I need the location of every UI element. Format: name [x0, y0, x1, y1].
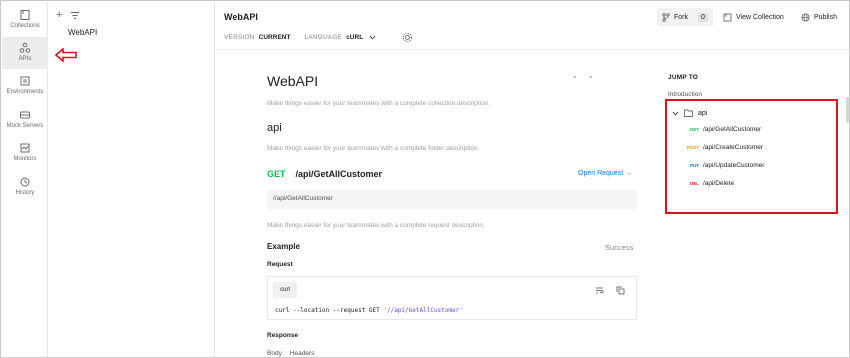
toc-request-label: /api/CreateCustomer: [703, 144, 763, 151]
publish-label: Publish: [814, 13, 837, 21]
render-artifact: [590, 76, 592, 78]
workspace-header: WebAPI Fork 0 View Collection Publish VE…: [216, 2, 849, 50]
rail-label: APIs: [18, 56, 32, 62]
toc-folder-api[interactable]: api: [672, 109, 707, 117]
toc-request-updatecustomer[interactable]: PUT /api/UpdateCustomer: [687, 162, 764, 169]
fork-count-badge: 0: [698, 12, 708, 22]
sidebar-toolbar: +: [56, 8, 80, 22]
chevron-down-icon: [672, 111, 679, 116]
request-name: /api/GetAllCustomer: [295, 169, 383, 179]
toc-request-label: /api/UpdateCustomer: [703, 162, 765, 169]
folder-icon: [684, 109, 693, 117]
monitors-icon: [20, 143, 30, 153]
tab-body[interactable]: Body: [267, 350, 282, 357]
language-key: LANGUAGE: [304, 34, 343, 41]
rail-label: Mock Servers: [6, 123, 44, 129]
rail-label: Environments: [6, 89, 44, 95]
environments-icon: [20, 76, 30, 86]
rail-item-mock-servers[interactable]: Mock Servers: [2, 104, 48, 136]
code-snippet: curl curl --location --request GET '//ap…: [267, 276, 637, 320]
app-window: Collections APIs Environments Mock Serve…: [0, 0, 850, 358]
toc-introduction-link[interactable]: Introduction: [668, 91, 702, 98]
tab-headers[interactable]: Headers: [290, 350, 315, 357]
copy-icon[interactable]: [616, 286, 625, 295]
chevron-down-icon[interactable]: [369, 35, 376, 40]
code-toolbar: [595, 286, 625, 295]
doc-meta-bar: VERSION CURRENT LANGUAGE cURL: [224, 34, 376, 41]
sidebar: + WebAPI: [48, 2, 215, 357]
sidebar-item-webapi[interactable]: WebAPI: [68, 28, 97, 37]
language-select[interactable]: cURL: [346, 34, 363, 41]
method-badge: GET: [267, 169, 286, 179]
method-badge: GET: [689, 127, 699, 132]
request-url: //api/GetAllCustomer: [267, 190, 637, 209]
example-select[interactable]: Success: [605, 243, 633, 252]
doc-title: WebAPI: [267, 73, 319, 89]
collection-description[interactable]: Make things easier for your teammates wi…: [267, 100, 490, 107]
example-heading: Example: [267, 242, 300, 251]
fork-icon: [662, 12, 670, 22]
wrap-lines-icon[interactable]: [595, 286, 604, 295]
toc-folder-label: api: [698, 109, 708, 117]
left-rail: Collections APIs Environments Mock Serve…: [2, 2, 48, 357]
response-section-label: Response: [267, 332, 299, 339]
gear-icon[interactable]: [402, 32, 413, 43]
folder-title: api: [267, 122, 282, 134]
version-key: VERSION: [224, 34, 255, 41]
fork-label: Fork: [674, 13, 688, 21]
code-url-string: '//api/GetAllCustomer': [383, 307, 463, 314]
mock-servers-icon: [20, 111, 30, 119]
toc-request-createcustomer[interactable]: POST /api/CreateCustomer: [687, 144, 763, 151]
page-title: WebAPI: [224, 12, 258, 22]
method-badge: DEL: [690, 181, 699, 186]
view-collection-button[interactable]: View Collection: [723, 8, 784, 26]
toc-request-delete[interactable]: DEL /api/Delete: [687, 180, 734, 187]
globe-icon: [801, 12, 810, 22]
rail-label: Collections: [10, 23, 40, 29]
render-artifact: [574, 76, 576, 78]
view-collection-icon: [723, 13, 732, 21]
request-description[interactable]: Make things easier for your teammates wi…: [267, 222, 485, 229]
code-line: curl --location --request GET '//api/Get…: [275, 307, 463, 314]
apis-icon: [19, 42, 31, 53]
request-heading: GET /api/GetAllCustomer: [267, 169, 382, 179]
filter-icon[interactable]: [70, 11, 80, 20]
code-command: curl --location --request GET: [275, 307, 384, 314]
toc-highlight-box: api GET /api/GetAllCustomer POST /api/Cr…: [665, 99, 838, 214]
jump-to-heading: JUMP TO: [668, 74, 699, 81]
rail-item-environments[interactable]: Environments: [2, 70, 48, 102]
method-badge: PUT: [690, 163, 699, 168]
version-select[interactable]: CURRENT: [259, 34, 291, 41]
open-request-link[interactable]: Open Request →: [578, 170, 632, 177]
fork-button[interactable]: Fork 0: [657, 8, 713, 26]
code-language-tag: curl: [273, 282, 297, 298]
rail-item-apis[interactable]: APIs: [2, 37, 48, 69]
folder-description[interactable]: Make things easier for your teammates wi…: [267, 145, 479, 152]
rail-label: Monitors: [13, 156, 37, 162]
scrollbar-thumb[interactable]: [846, 97, 849, 123]
rail-item-collections[interactable]: Collections: [2, 4, 48, 36]
rail-label: History: [15, 190, 35, 196]
view-collection-label: View Collection: [736, 13, 784, 21]
add-icon[interactable]: +: [56, 9, 62, 21]
rail-item-history[interactable]: History: [2, 171, 48, 203]
rail-item-monitors[interactable]: Monitors: [2, 137, 48, 169]
toc-request-getallcustomer[interactable]: GET /api/GetAllCustomer: [687, 126, 761, 133]
toc-request-label: /api/GetAllCustomer: [703, 126, 762, 133]
documentation-content: WebAPI Make things easier for your teamm…: [216, 51, 656, 357]
method-badge: POST: [687, 145, 700, 150]
publish-button[interactable]: Publish: [801, 8, 837, 26]
response-tabs: Body Headers: [267, 350, 314, 357]
history-icon: [20, 177, 30, 187]
request-section-label: Request: [267, 261, 293, 268]
toc-request-label: /api/Delete: [703, 180, 735, 187]
collections-icon: [20, 10, 30, 20]
